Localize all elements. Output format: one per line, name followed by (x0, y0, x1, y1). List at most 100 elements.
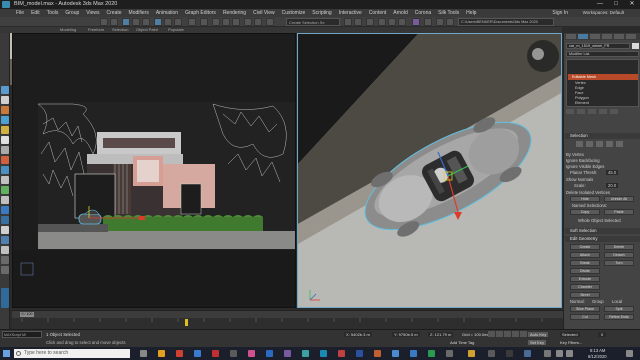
clock-time[interactable]: 8:13 AM (590, 348, 605, 353)
filter-icon[interactable] (1, 226, 9, 234)
curve-editor-icon[interactable] (344, 18, 352, 26)
select-and-move-icon[interactable] (154, 18, 162, 26)
app-pink-icon[interactable] (248, 350, 255, 357)
app-gray3-icon[interactable] (488, 350, 495, 357)
rendered-frame-window-icon[interactable] (388, 18, 396, 26)
word-icon[interactable] (410, 350, 417, 357)
layer-explorer-icon[interactable] (266, 18, 274, 26)
timeline[interactable]: 0 / 100 (12, 310, 563, 329)
display-tab-icon[interactable] (614, 34, 624, 39)
app-teal-icon[interactable] (302, 350, 309, 357)
bevel-button[interactable]: Bevel (570, 292, 600, 298)
schematic-view-icon[interactable] (354, 18, 362, 26)
selection-set-dropdown[interactable]: Create Selection Se (286, 18, 340, 26)
copy-button[interactable]: Copy (570, 209, 600, 215)
utilities-tab-icon[interactable] (626, 34, 636, 39)
sign-in-button[interactable]: Sign In (552, 9, 568, 17)
app-blue-icon[interactable] (266, 350, 273, 357)
vertex-mode-icon[interactable] (576, 141, 583, 147)
paste-button[interactable]: Paste (604, 209, 634, 215)
task-view-icon[interactable] (140, 350, 147, 357)
edit-geometry-rollout-header[interactable]: Edit Geometry (565, 236, 640, 242)
corona-icon[interactable] (412, 18, 420, 26)
object-icon[interactable] (1, 106, 9, 114)
viewport-layout-icon[interactable] (1, 288, 9, 308)
projects-icon[interactable] (436, 18, 444, 26)
delete-isolated-checkbox[interactable]: Delete Isolated Vertices (566, 190, 610, 195)
material-editor-icon[interactable] (366, 18, 374, 26)
freeze-icon[interactable] (1, 206, 9, 214)
app-gray2-icon[interactable] (446, 350, 453, 357)
rectangular-selection-icon[interactable] (142, 18, 150, 26)
maxscript-listener-field[interactable]: MAXScript Mi (2, 331, 42, 338)
previous-frame-icon[interactable] (496, 331, 503, 337)
hierarchy-tab-icon[interactable] (590, 34, 600, 39)
face-mode-icon[interactable] (596, 141, 603, 147)
object-color-swatch[interactable] (632, 43, 639, 49)
percent-snap-icon[interactable] (232, 18, 240, 26)
group-radio[interactable]: Group (592, 299, 604, 304)
chrome-icon[interactable] (176, 350, 183, 357)
menu-customize[interactable]: Customize (282, 10, 306, 16)
minimize-button[interactable]: — (592, 0, 608, 9)
ignore-visible-edges-checkbox[interactable]: Ignore Visible Edges (566, 164, 604, 169)
slice-plane-button[interactable]: Slice Plane (570, 306, 600, 312)
menu-file[interactable]: File (16, 10, 24, 16)
menu-content[interactable]: Content (369, 10, 387, 16)
key-mode-dropdown[interactable]: Selected (560, 332, 580, 337)
menu-group[interactable]: Group (65, 10, 79, 16)
stack-item-editable-mesh[interactable]: Editable Mesh (568, 74, 638, 80)
go-to-end-icon[interactable] (520, 331, 527, 337)
menu-animation[interactable]: Animation (156, 10, 178, 16)
app-blue2-icon[interactable] (392, 350, 399, 357)
create-tab-icon[interactable] (566, 34, 576, 39)
file-explorer-icon[interactable] (158, 350, 165, 357)
scene-explorer-icon[interactable] (1, 86, 9, 94)
coord-z-field[interactable]: Z: 121.79 m (428, 332, 454, 337)
select-object-icon[interactable] (122, 18, 130, 26)
app-blue3-icon[interactable] (524, 350, 531, 357)
menu-corona[interactable]: Corona (415, 10, 431, 16)
app-red-icon[interactable] (212, 350, 219, 357)
app-dark-icon[interactable] (506, 350, 513, 357)
configure-sets-icon[interactable] (610, 109, 618, 114)
ribbon-tab-selection[interactable]: Selection (112, 27, 128, 32)
arnold-icon[interactable] (424, 18, 432, 26)
ribbon-tab-modeling[interactable]: Modeling (60, 27, 76, 32)
taskbar-search-input[interactable]: Type here to search (14, 349, 130, 358)
detach-button[interactable]: Detach (604, 252, 634, 258)
find-icon[interactable] (1, 246, 9, 254)
motion-tab-icon[interactable] (602, 34, 612, 39)
next-frame-icon[interactable] (512, 331, 519, 337)
app-orange-icon[interactable] (374, 350, 381, 357)
options-icon[interactable] (1, 256, 9, 264)
extrude-button[interactable]: Extrude (570, 276, 600, 282)
menu-edit[interactable]: Edit (31, 10, 40, 16)
cut-button[interactable]: Cut (570, 314, 600, 320)
angle-snap-icon[interactable] (222, 18, 230, 26)
unhide-all-button[interactable]: Unhide All (604, 196, 634, 202)
undo-icon[interactable] (100, 18, 108, 26)
photoshop-icon[interactable] (356, 350, 363, 357)
systems-icon[interactable] (1, 156, 9, 164)
go-to-start-icon[interactable] (488, 331, 495, 337)
edge-icon[interactable] (194, 350, 201, 357)
time-slider[interactable]: 0 / 100 (20, 312, 34, 317)
folder-icon[interactable] (446, 18, 454, 26)
sort-icon[interactable] (1, 236, 9, 244)
planar-thresh-spinner[interactable]: 45.0 (606, 170, 619, 175)
stack-item-face[interactable]: Face (575, 91, 583, 95)
ribbon-tab-populate[interactable]: Populate (168, 27, 184, 32)
delete-button[interactable]: Delete (604, 244, 634, 250)
windows-start-icon[interactable] (3, 350, 10, 357)
chamfer-button[interactable]: Chamfer (570, 284, 600, 290)
network-icon[interactable] (556, 350, 563, 357)
maximize-button[interactable]: □ (608, 0, 624, 9)
attach-button[interactable]: Attach (570, 252, 600, 258)
helper-icon[interactable] (1, 146, 9, 154)
clock-date[interactable]: 8/12/2020 (588, 354, 607, 359)
app-green-icon[interactable] (428, 350, 435, 357)
particles-icon[interactable] (1, 166, 9, 174)
viewport-front[interactable]: [+] [Front] [Standard] [Default Shading] (12, 33, 296, 308)
workspace-selector[interactable]: Workspaces: Default (583, 9, 624, 17)
